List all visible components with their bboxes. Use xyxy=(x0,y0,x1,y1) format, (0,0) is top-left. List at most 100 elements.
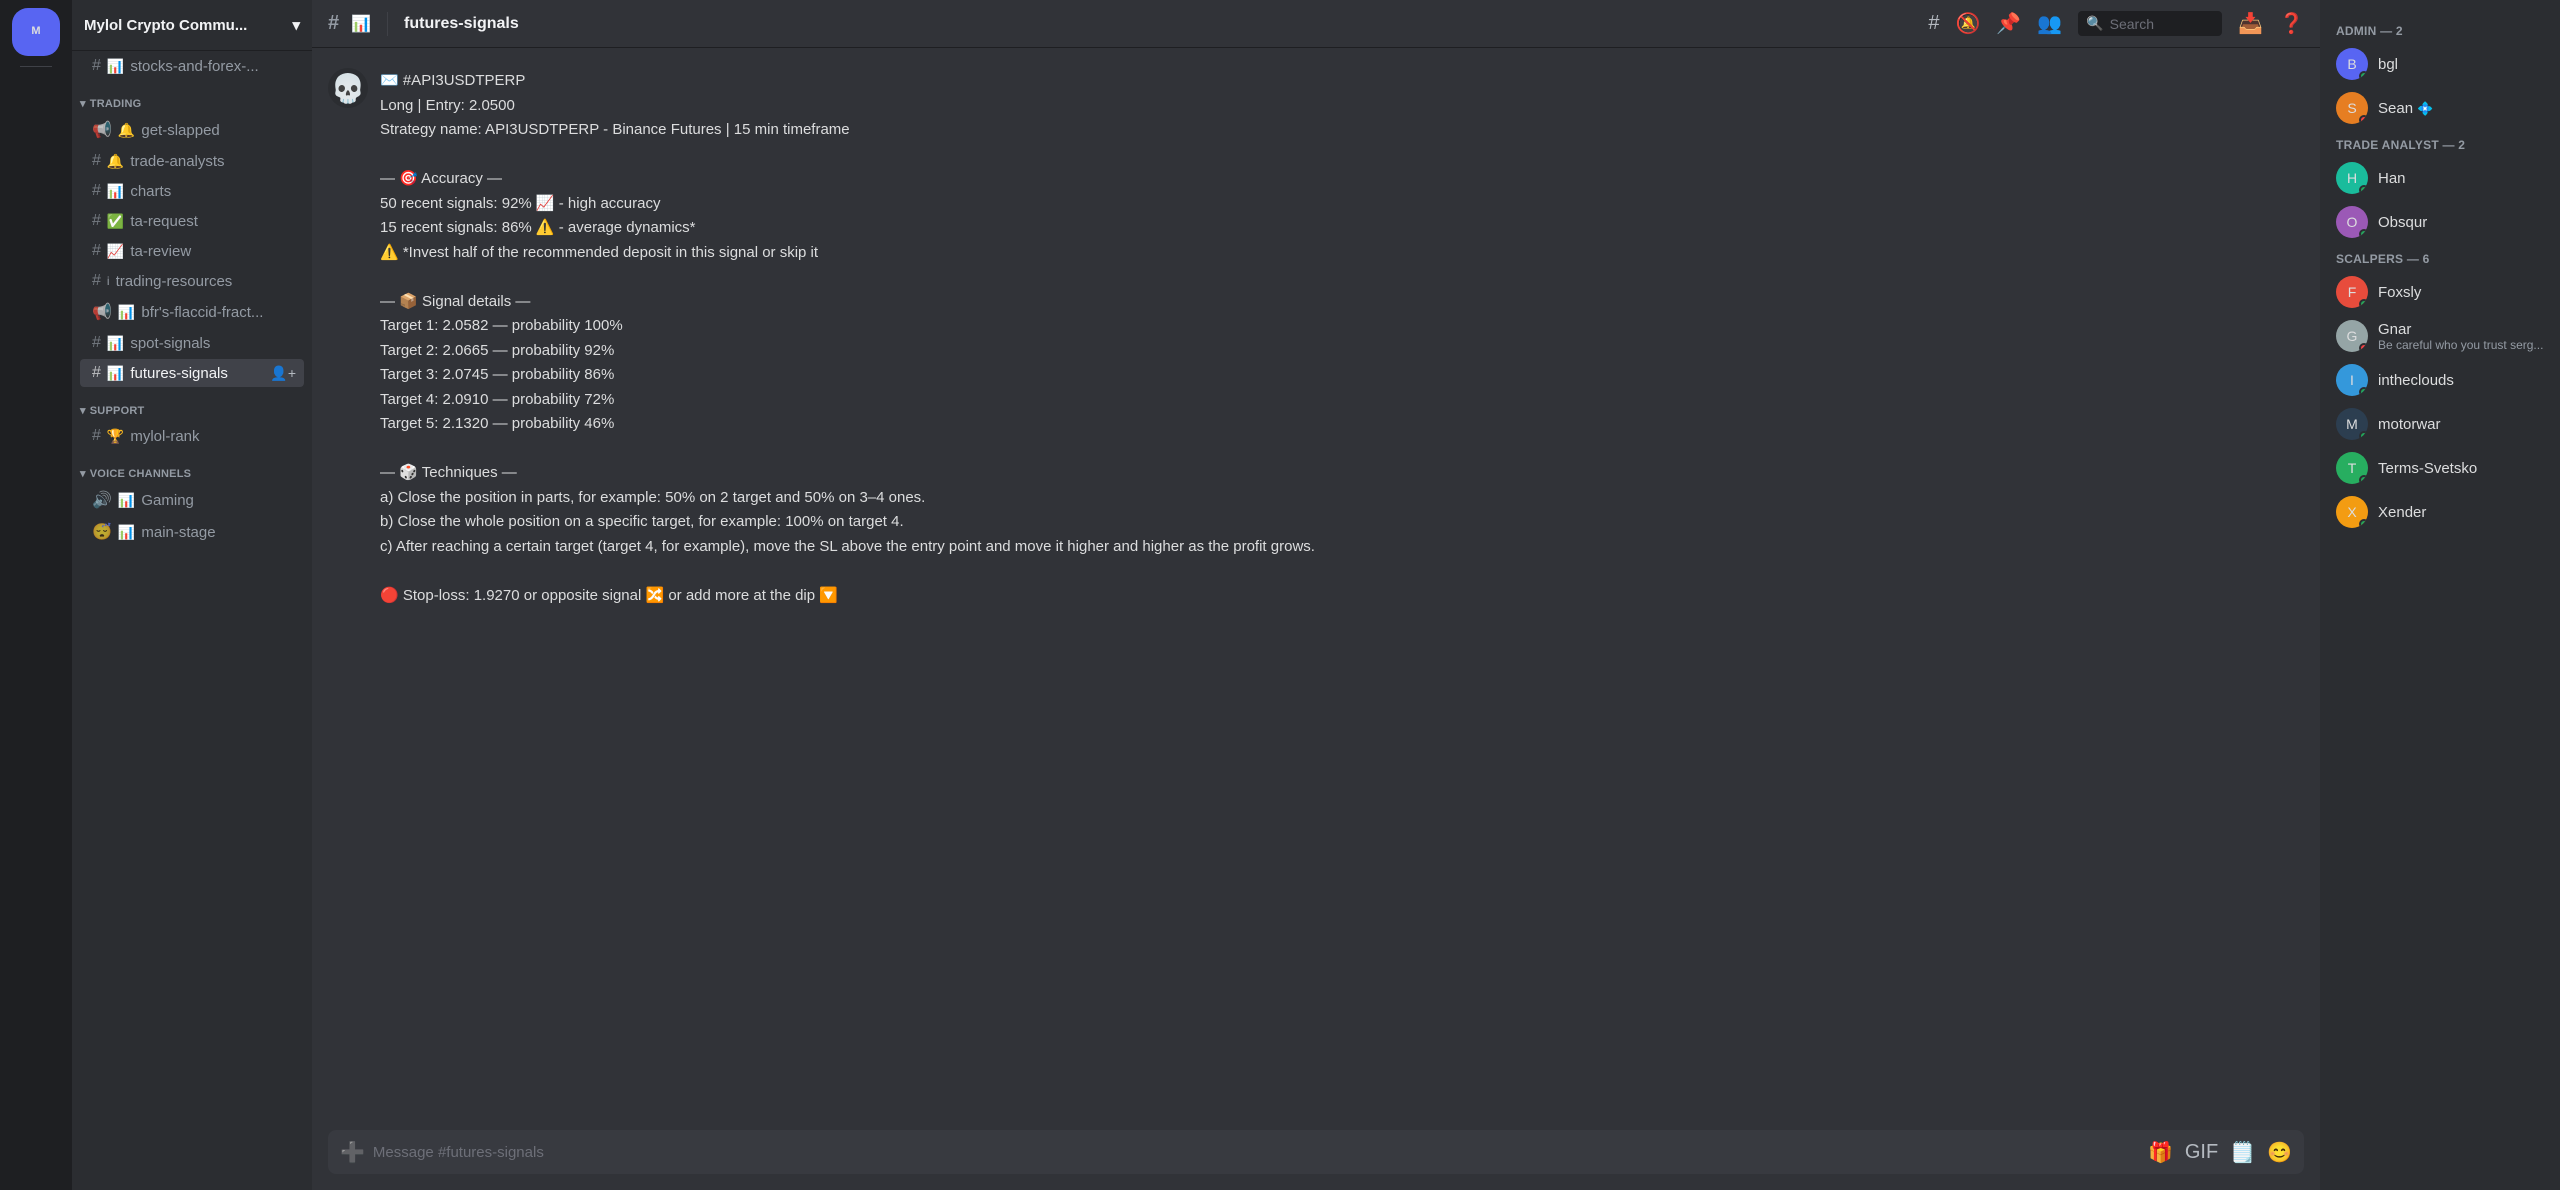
member-foxsly[interactable]: F Foxsly xyxy=(2328,270,2552,314)
target1: Target 1: 2.0582 — probability 100% xyxy=(380,315,2304,338)
gif-icon[interactable]: GIF xyxy=(2185,1141,2218,1164)
target3: Target 3: 2.0745 — probability 86% xyxy=(380,364,2304,387)
channel-item-gaming[interactable]: 🔊 📊 Gaming xyxy=(80,485,304,515)
avatar-motorwar: M xyxy=(2336,408,2368,440)
tech-b: b) Close the whole position on a specifi… xyxy=(380,511,2304,534)
hashtag-topbar-icon[interactable]: # xyxy=(1928,12,1939,35)
channel-item-ta-review[interactable]: # 📈 ta-review xyxy=(80,237,304,265)
status-dot-intheclouds xyxy=(2359,387,2368,396)
member-name-intheclouds: intheclouds xyxy=(2378,372,2454,389)
member-name-xender: Xender xyxy=(2378,504,2426,521)
channel-item-spot-signals[interactable]: # 📊 spot-signals xyxy=(80,329,304,357)
member-motorwar[interactable]: M motorwar xyxy=(2328,402,2552,446)
avatar-xender: X xyxy=(2336,496,2368,528)
crown-badge-icon: 💠 xyxy=(2417,101,2433,116)
inbox-icon[interactable]: 📥 xyxy=(2238,11,2263,36)
member-name-sean: Sean 💠 xyxy=(2378,100,2433,117)
target5: Target 5: 2.1320 — probability 46% xyxy=(380,413,2304,436)
server-name-bar[interactable]: Mylol Crypto Commu... ▾ xyxy=(72,0,312,51)
channel-item-ta-request[interactable]: # ✅ ta-request xyxy=(80,207,304,235)
messages-area[interactable]: 💀 ✉️ #API3USDTPERP Long | Entry: 2.0500 … xyxy=(312,48,2320,1130)
member-terms-svetsko[interactable]: T Terms-Svetsko xyxy=(2328,446,2552,490)
member-name-obsqur: Obsqur xyxy=(2378,214,2427,231)
status-dot-bgl xyxy=(2359,71,2368,80)
topbar: # 📊 futures-signals # 🔕 📌 👥 🔍 Search 📥 ❓ xyxy=(312,0,2320,48)
member-sean[interactable]: S Sean 💠 xyxy=(2328,86,2552,130)
status-dot-foxsly xyxy=(2359,299,2368,308)
channel-item-charts[interactable]: # 📊 charts xyxy=(80,177,304,205)
avatar-skull: 💀 xyxy=(328,68,368,108)
signal-header-line: ✉️ #API3USDTPERP xyxy=(380,70,2304,93)
channel-item-mylol-rank[interactable]: # 🏆 mylol-rank xyxy=(80,422,304,450)
acc-line1: 50 recent signals: 92% 📈 - high accuracy xyxy=(380,193,2304,216)
topbar-channel-name: futures-signals xyxy=(404,15,519,33)
category-trading[interactable]: ▾ TRADING xyxy=(72,81,312,114)
avatar-intheclouds: I xyxy=(2336,364,2368,396)
channel-item-get-slapped[interactable]: 📢 🔔 get-slapped xyxy=(80,115,304,145)
signal-details-header: — 📦 Signal details — xyxy=(380,291,2304,314)
category-voice[interactable]: ▾ VOICE CHANNELS xyxy=(72,451,312,484)
main-area: # 📊 futures-signals # 🔕 📌 👥 🔍 Search 📥 ❓… xyxy=(312,0,2320,1190)
notification-icon[interactable]: 🔕 xyxy=(1955,11,1980,36)
channel-item-trade-analysts[interactable]: # 🔔 trade-analysts xyxy=(80,147,304,175)
search-box[interactable]: 🔍 Search xyxy=(2078,11,2222,36)
channel-sidebar: Mylol Crypto Commu... ▾ # 📊 stocks-and-f… xyxy=(72,0,312,1190)
tech-c: c) After reaching a certain target (targ… xyxy=(380,536,2304,559)
status-dot-xender xyxy=(2359,519,2368,528)
topbar-actions: # 🔕 📌 👥 🔍 Search 📥 ❓ xyxy=(1928,11,2304,36)
channel-item-trading-resources[interactable]: # i trading-resources xyxy=(80,267,304,295)
message-input[interactable] xyxy=(373,1144,2140,1161)
acc-note: ⚠️ *Invest half of the recommended depos… xyxy=(380,242,2304,265)
chevron-down-icon: ▾ xyxy=(292,16,300,34)
member-name-bgl: bgl xyxy=(2378,56,2398,73)
input-bar: ➕ 🎁 GIF 🗒️ 😊 xyxy=(312,1130,2320,1190)
gift-icon[interactable]: 🎁 xyxy=(2148,1140,2173,1165)
acc-line2: 15 recent signals: 86% ⚠️ - average dyna… xyxy=(380,217,2304,240)
members-icon[interactable]: 👥 xyxy=(2037,11,2062,36)
pin-icon[interactable]: 📌 xyxy=(1996,11,2021,36)
status-dot-han xyxy=(2359,185,2368,194)
accuracy-header: — 🎯 Accuracy — xyxy=(380,168,2304,191)
avatar-sean: S xyxy=(2336,92,2368,124)
techniques-header: — 🎲 Techniques — xyxy=(380,462,2304,485)
chevron-icon: ▾ xyxy=(80,97,86,110)
emoji-icon[interactable]: 😊 xyxy=(2267,1140,2292,1165)
message-content: ✉️ #API3USDTPERP Long | Entry: 2.0500 St… xyxy=(380,68,2304,609)
avatar-obsqur: O xyxy=(2336,206,2368,238)
channel-item-futures-signals[interactable]: # 📊 futures-signals 👤+ xyxy=(80,359,304,387)
add-file-icon[interactable]: ➕ xyxy=(340,1140,365,1165)
member-obsqur[interactable]: O Obsqur xyxy=(2328,200,2552,244)
chevron-icon: ▾ xyxy=(80,467,86,480)
target2: Target 2: 2.0665 — probability 92% xyxy=(380,340,2304,363)
member-intheclouds[interactable]: I intheclouds xyxy=(2328,358,2552,402)
stoploss: 🔴 Stop-loss: 1.9270 or opposite signal 🔀… xyxy=(380,585,2304,608)
signal-strategy: Strategy name: API3USDTPERP - Binance Fu… xyxy=(380,119,2304,142)
category-support[interactable]: ▾ SUPPORT xyxy=(72,388,312,421)
channel-item-bfr[interactable]: 📢 📊 bfr's-flaccid-fract... xyxy=(80,297,304,327)
member-bgl[interactable]: B bgl xyxy=(2328,42,2552,86)
member-gnar[interactable]: G Gnar Be careful who you trust serg... xyxy=(2328,314,2552,358)
help-icon[interactable]: ❓ xyxy=(2279,11,2304,36)
sticker-icon[interactable]: 🗒️ xyxy=(2230,1140,2255,1165)
message-input-box: ➕ 🎁 GIF 🗒️ 😊 xyxy=(328,1130,2304,1174)
hash-icon: # xyxy=(92,57,101,75)
server-icon-mylol[interactable]: M xyxy=(12,8,60,56)
add-member-icon: 👤+ xyxy=(270,365,296,382)
channel-item-stocks[interactable]: # 📊 stocks-and-forex-... xyxy=(80,52,304,80)
member-han[interactable]: H Han xyxy=(2328,156,2552,200)
server-sidebar: M xyxy=(0,0,72,1190)
tech-a: a) Close the position in parts, for exam… xyxy=(380,487,2304,510)
members-sidebar: ADMIN — 2 B bgl S Sean 💠 TRADE ANALYST —… xyxy=(2320,0,2560,1190)
member-category-admin: ADMIN — 2 xyxy=(2328,16,2552,42)
member-name-motorwar: motorwar xyxy=(2378,416,2441,433)
channel-label: stocks-and-forex-... xyxy=(130,58,296,75)
status-dot-obsqur xyxy=(2359,229,2368,238)
channel-item-main-stage[interactable]: 😴 📊 main-stage xyxy=(80,517,304,547)
message-group-signal: 💀 ✉️ #API3USDTPERP Long | Entry: 2.0500 … xyxy=(312,64,2320,613)
member-name-gnar: Gnar xyxy=(2378,321,2543,338)
server-name: Mylol Crypto Commu... xyxy=(84,17,247,34)
topbar-divider xyxy=(387,12,388,36)
avatar-terms-svetsko: T xyxy=(2336,452,2368,484)
member-category-scalpers: SCALPERS — 6 xyxy=(2328,244,2552,270)
member-xender[interactable]: X Xender xyxy=(2328,490,2552,534)
